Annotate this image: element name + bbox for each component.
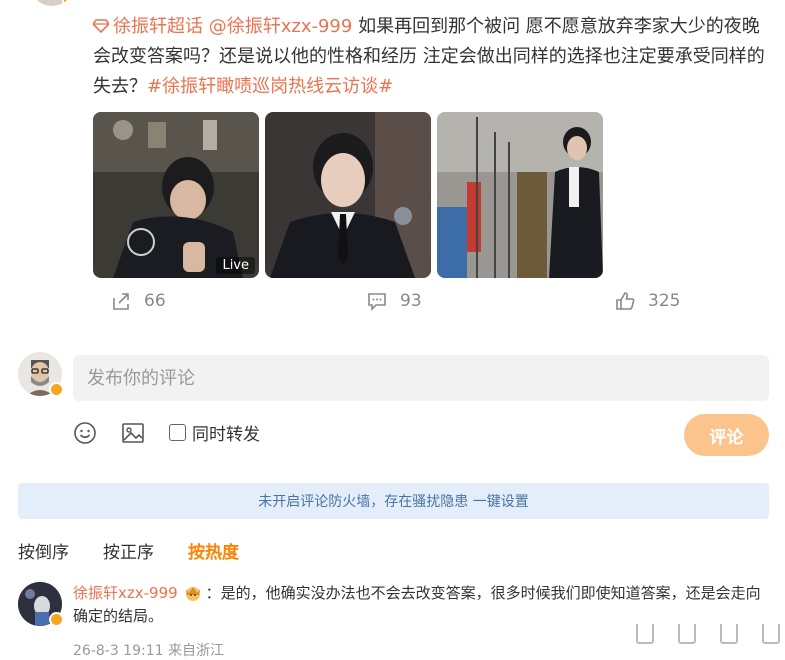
comment-action-icon[interactable] xyxy=(636,624,654,644)
image-icon[interactable] xyxy=(121,421,145,445)
sort-tab-reverse[interactable]: 按倒序 xyxy=(18,538,69,563)
post-image-3[interactable] xyxy=(437,112,603,278)
comment-count: 93 xyxy=(400,291,422,311)
comment-action-icon[interactable] xyxy=(720,624,738,644)
forward-label: 同时转发 xyxy=(192,425,260,445)
comment-body: 徐振轩xzx-999 ：是的，他确实没办法也不会去改变答案，很多时候我们即使知道答… xyxy=(73,582,763,628)
post-image-1[interactable]: Live xyxy=(93,112,259,278)
comment-action-icon[interactable] xyxy=(762,624,780,644)
post-image-2[interactable] xyxy=(265,112,431,278)
poster-avatar[interactable] xyxy=(30,0,74,6)
live-photo xyxy=(93,112,259,278)
portrait-photo xyxy=(265,112,431,278)
diamond-icon xyxy=(93,19,109,33)
full-body-photo xyxy=(437,112,603,278)
like-count: 325 xyxy=(648,291,681,311)
post-actions: 66 93 325 xyxy=(0,290,785,318)
like-button[interactable]: 325 xyxy=(614,290,680,312)
comment-actions xyxy=(636,624,780,644)
post-image-grid: Live xyxy=(93,112,603,278)
post-text: 徐振轩超话 @徐振轩xzx-999 如果再回到那个被问 愿不愿意放弃李家大少的夜… xyxy=(93,12,773,102)
comment-meta: 26-8-3 19:11 来自浙江 xyxy=(73,643,224,659)
submit-comment-button[interactable]: 评论 xyxy=(684,414,769,456)
sort-tab-chronological[interactable]: 按正序 xyxy=(103,538,154,563)
hashtag-link[interactable]: #徐振轩瞰啧巡岗热线云访谈# xyxy=(147,76,393,97)
forward-checkbox[interactable] xyxy=(169,424,186,441)
verified-badge-icon xyxy=(49,612,64,627)
supertopic-link[interactable]: 徐振轩超话 xyxy=(93,16,203,37)
comment-firewall-notice[interactable]: 未开启评论防火墙，存在骚扰隐患 一键设置 xyxy=(18,483,769,519)
live-badge: Live xyxy=(216,257,255,274)
sort-tabs: 按倒序 按正序 按热度 xyxy=(18,538,239,563)
comment-button[interactable]: 93 xyxy=(366,290,422,312)
composer-tools: 同时转发 xyxy=(73,420,260,445)
forward-button[interactable]: 66 xyxy=(110,290,166,312)
sort-tab-hot[interactable]: 按热度 xyxy=(188,538,239,563)
current-user-avatar[interactable] xyxy=(18,352,64,397)
emoji-icon[interactable] xyxy=(73,421,97,445)
user-mention-link[interactable]: @徐振轩xzx-999 xyxy=(209,16,353,37)
verified-badge-icon xyxy=(62,0,74,6)
crown-icon xyxy=(185,587,200,601)
forward-count: 66 xyxy=(144,291,166,311)
thumbs-up-icon xyxy=(616,292,635,310)
comment-action-icon[interactable] xyxy=(678,624,696,644)
share-icon xyxy=(113,293,129,310)
comment-username[interactable]: 徐振轩xzx-999 xyxy=(73,584,178,602)
comment-avatar[interactable] xyxy=(18,582,64,627)
comment-input[interactable] xyxy=(73,355,769,401)
comment-icon xyxy=(368,293,386,311)
verified-badge-icon xyxy=(49,382,64,397)
